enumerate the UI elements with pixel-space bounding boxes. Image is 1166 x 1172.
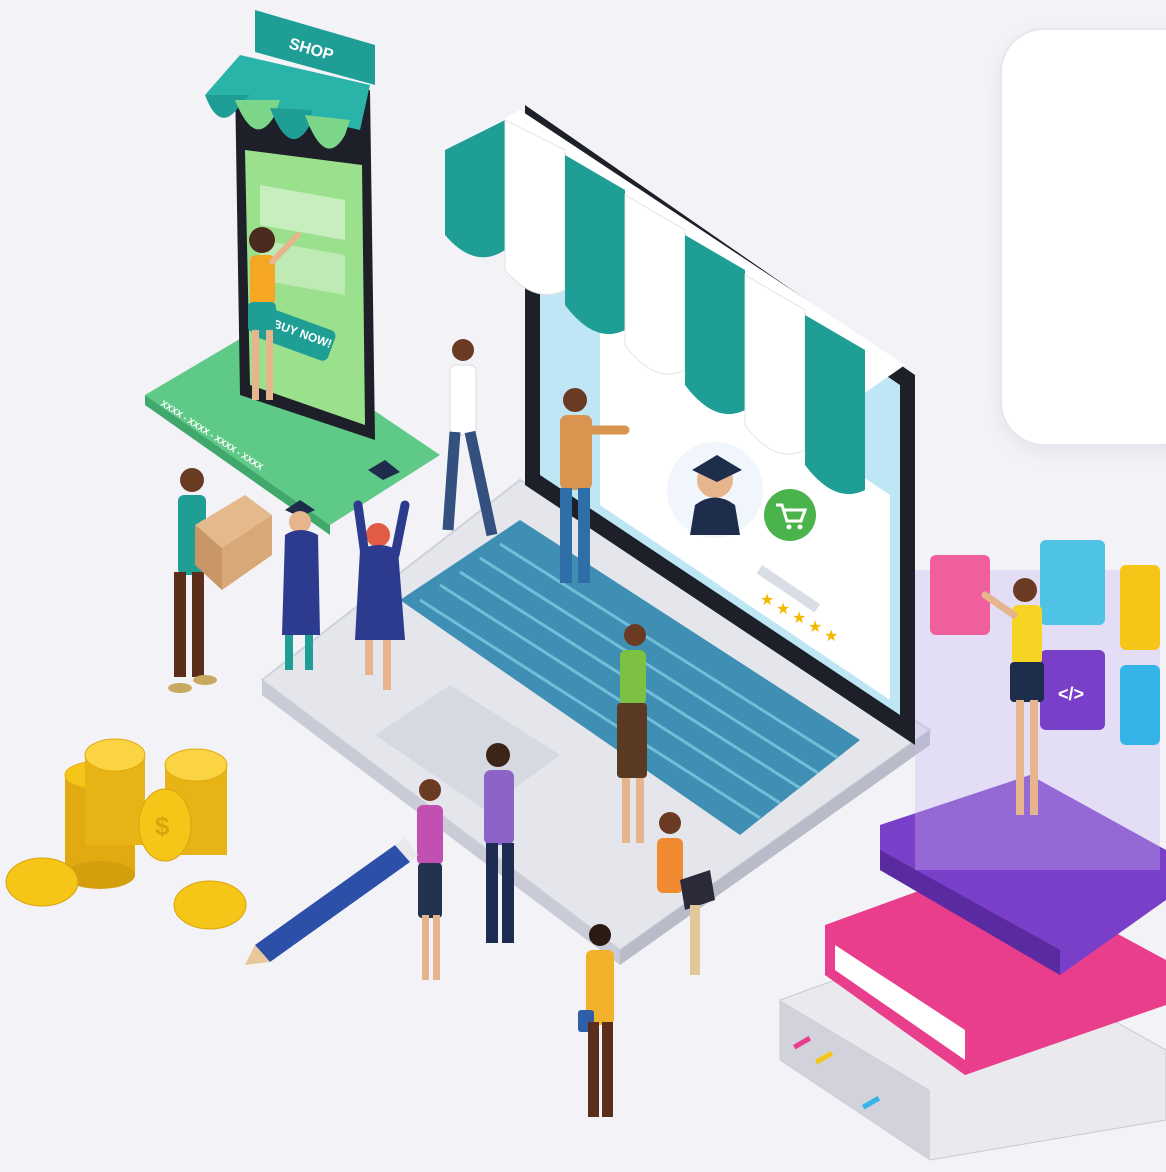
callout-box [1000, 28, 1166, 446]
coin-symbol: $ [155, 811, 170, 841]
cart-icon [764, 489, 816, 541]
graduate-avatar [667, 442, 763, 538]
svg-text:★: ★ [792, 610, 806, 627]
svg-text:★: ★ [760, 592, 774, 609]
man-with-bag [578, 924, 614, 1117]
coin-stacks: $ [5, 738, 247, 930]
phone-shop: XXXX - XXXX - XXXX - XXXX BUY NOW! SHOP [145, 10, 440, 535]
svg-text:★: ★ [824, 628, 838, 645]
pencil [245, 838, 418, 965]
walking-man [442, 339, 498, 537]
chemistry-icon [930, 555, 990, 635]
globe-icon [1040, 540, 1105, 625]
ecommerce-illustration: ★ ★ ★ ★ ★ XXXX - XXXX - XXXX - XXXX BUY NOW!… [0, 0, 1166, 1167]
svg-text:</>: </> [1058, 684, 1084, 704]
svg-text:★: ★ [808, 619, 822, 636]
man-with-box [168, 468, 272, 693]
svg-text:★: ★ [776, 601, 790, 618]
